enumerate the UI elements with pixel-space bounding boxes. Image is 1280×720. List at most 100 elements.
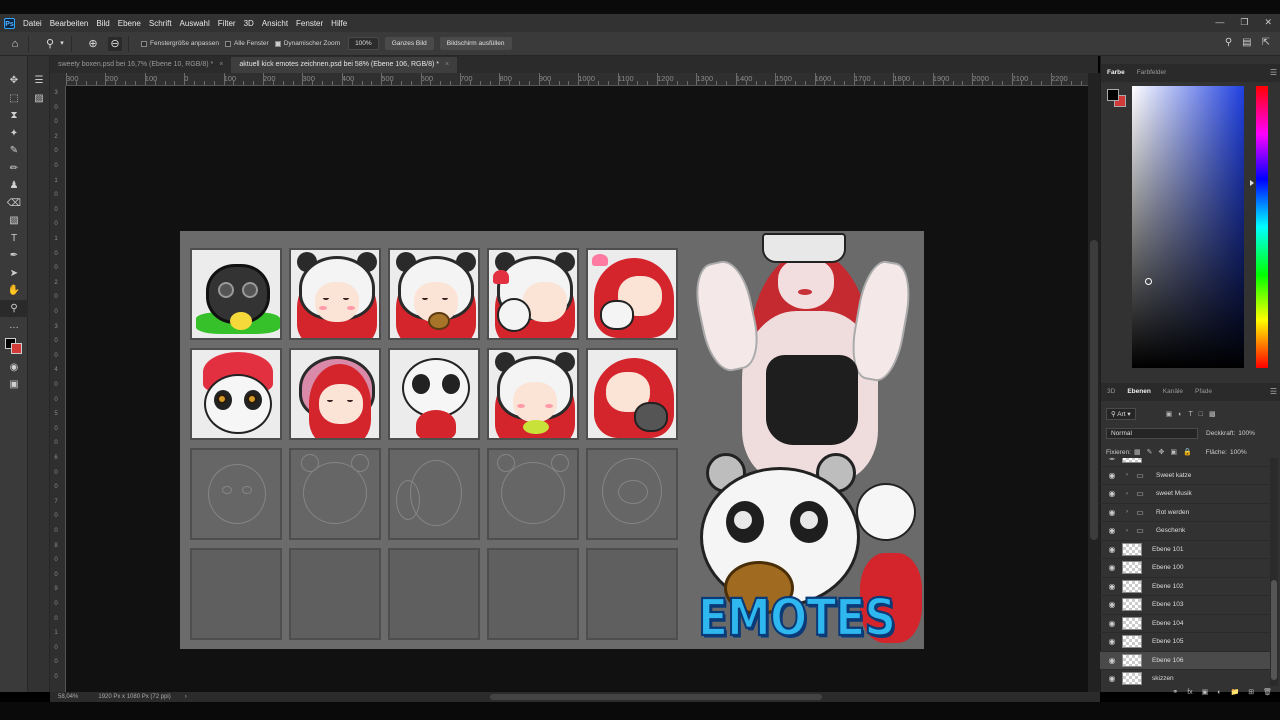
menu-hilfe[interactable]: Hilfe	[331, 19, 347, 28]
zoom-out-icon[interactable]: ⊖	[108, 36, 122, 51]
chevron-right-icon[interactable]: ›	[1122, 472, 1132, 478]
eye-icon[interactable]: ◉	[1106, 656, 1118, 665]
blend-mode-dropdown[interactable]: Normal	[1106, 428, 1198, 439]
layer-row[interactable]: ◉ Ebene 37	[1100, 458, 1270, 467]
layer-row[interactable]: ◉ Ebene 103	[1100, 596, 1270, 615]
fill-screen-button[interactable]: Bildschirm ausfüllen	[439, 37, 512, 50]
layer-group-row[interactable]: ◉ › ▭ Sweet katze	[1100, 467, 1270, 485]
magic-wand-tool-icon[interactable]: ✦	[0, 125, 28, 143]
eraser-tool-icon[interactable]: ⌫	[0, 195, 28, 213]
color-picker-cursor[interactable]	[1145, 278, 1152, 285]
tab-farbfelder[interactable]: Farbfelder	[1131, 64, 1173, 82]
tab-ebenen[interactable]: Ebenen	[1121, 383, 1156, 401]
panel-menu-icon[interactable]: ☰	[1270, 68, 1277, 77]
eye-icon[interactable]: ◉	[1106, 471, 1118, 480]
properties-panel-icon[interactable]: ☰	[28, 72, 50, 90]
filter-smart-icon[interactable]: ▩	[1209, 410, 1216, 418]
group-icon[interactable]: 📁	[1231, 688, 1240, 696]
eye-icon[interactable]: ◉	[1106, 600, 1118, 609]
new-layer-icon[interactable]: ⊞	[1248, 688, 1254, 696]
adjustments-panel-icon[interactable]: ▨	[28, 90, 50, 108]
document-canvas[interactable]: EMOTES	[180, 231, 924, 649]
hand-tool-icon[interactable]: ✋	[0, 282, 28, 300]
minimize-icon[interactable]: —	[1215, 17, 1224, 28]
brush-tool-icon[interactable]: ✏	[0, 160, 28, 178]
lock-move-icon[interactable]: ✥	[1158, 448, 1164, 456]
foreground-color-chip[interactable]	[1107, 89, 1119, 101]
menu-auswahl[interactable]: Auswahl	[180, 19, 210, 28]
menu-3d[interactable]: 3D	[244, 19, 254, 28]
chevron-down-icon[interactable]: ▾	[59, 37, 65, 51]
zoom-in-icon[interactable]: ⊕	[86, 37, 100, 51]
vertical-ruler[interactable]: 3 0 0 2 0 0 1 0 0 0 1 0 0 2 0 0 3 0 0 4 0 0 5 0 0 6 0 0 7 0 0 8 0 0 9 0 0 1 0 0…	[50, 86, 66, 692]
close-icon[interactable]: ×	[219, 61, 223, 68]
filter-pixel-icon[interactable]: ▣	[1166, 410, 1173, 418]
layer-row[interactable]: ◉ Ebene 100	[1100, 559, 1270, 578]
layer-row[interactable]: ◉ Ebene 105	[1100, 633, 1270, 652]
eyedropper-tool-icon[interactable]: ✎	[0, 142, 28, 160]
checkbox-box[interactable]	[141, 40, 147, 47]
menu-ebene[interactable]: Ebene	[118, 19, 141, 28]
eye-icon[interactable]: ◉	[1106, 674, 1118, 683]
eye-icon[interactable]: ◉	[1106, 619, 1118, 628]
chevron-right-icon[interactable]: ›	[185, 694, 187, 700]
gradient-tool-icon[interactable]: ▧	[0, 212, 28, 230]
background-color-swatch[interactable]	[11, 342, 22, 354]
fit-screen-button[interactable]: Ganzes Bild	[384, 37, 434, 50]
chevron-right-icon[interactable]: ›	[1122, 528, 1132, 534]
menu-datei[interactable]: Datei	[23, 19, 42, 28]
adjustment-icon[interactable]: ◐	[1217, 689, 1221, 696]
lock-all-icon[interactable]: 🔒	[1183, 448, 1192, 456]
quick-mask-icon[interactable]: ◉	[0, 359, 28, 377]
status-zoom[interactable]: 58,04%	[58, 694, 78, 700]
scrubby-zoom-checkbox[interactable]: Dynamischer Zoom	[274, 40, 340, 47]
home-icon[interactable]: ⌂	[8, 37, 22, 51]
zoom-tool-icon[interactable]: ⚲	[0, 299, 28, 317]
filter-adjust-icon[interactable]: ◐	[1178, 411, 1182, 418]
path-select-tool-icon[interactable]: ➤	[0, 265, 28, 283]
layer-group-row[interactable]: ◉ › ▭ sweet Musik	[1100, 485, 1270, 504]
layer-row[interactable]: ◉ Ebene 106	[1100, 651, 1270, 670]
menu-filter[interactable]: Filter	[218, 19, 236, 28]
layer-row[interactable]: ◉ Ebene 104	[1100, 615, 1270, 633]
eye-icon[interactable]: ◉	[1106, 637, 1118, 646]
layer-row[interactable]: ◉ Ebene 101	[1100, 541, 1270, 559]
zoom-value-field[interactable]: 100%	[348, 37, 379, 50]
lock-artboard-icon[interactable]: ▣	[1170, 448, 1177, 456]
fx-icon[interactable]: fx	[1187, 689, 1192, 696]
marquee-tool-icon[interactable]: ⬚	[0, 90, 28, 108]
color-swatches[interactable]	[0, 335, 28, 359]
tab-sweety-boxen[interactable]: sweety boxen.psd bei 16,7% (Ebene 10, RG…	[50, 57, 232, 73]
workspace-icon[interactable]: ▤	[1242, 37, 1251, 48]
all-windows-checkbox[interactable]: Alle Fenster	[225, 40, 269, 47]
layer-row[interactable]: ◉ skizzen	[1100, 670, 1270, 686]
panel-menu-icon[interactable]: ☰	[1270, 387, 1277, 396]
move-tool-icon[interactable]: ✥	[0, 72, 28, 90]
tab-farbe[interactable]: Farbe	[1101, 64, 1131, 82]
checkbox-box-checked[interactable]	[274, 40, 281, 47]
fit-window-checkbox[interactable]: Fenstergröße anpassen	[141, 40, 219, 47]
menu-bearbeiten[interactable]: Bearbeiten	[50, 19, 89, 28]
eye-icon[interactable]: ◉	[1106, 489, 1118, 498]
stamp-tool-icon[interactable]: ♟	[0, 177, 28, 195]
horizontal-ruler[interactable]: 300 200 100 0 100 200 300 400 500 600 700 800 900 100…	[66, 73, 1088, 86]
chevron-right-icon[interactable]: ›	[1122, 491, 1132, 497]
hue-slider[interactable]	[1256, 86, 1268, 368]
trash-icon[interactable]: 🗑	[1263, 688, 1272, 696]
menu-ansicht[interactable]: Ansicht	[262, 19, 288, 28]
layer-group-row[interactable]: ◉ › ▭ Rot werden	[1100, 504, 1270, 522]
lasso-tool-icon[interactable]: ⧗	[0, 107, 28, 125]
restore-icon[interactable]: ❐	[1240, 17, 1248, 28]
layers-scrollbar-thumb[interactable]	[1271, 580, 1277, 680]
lock-paint-icon[interactable]: ✎	[1147, 448, 1153, 456]
eye-icon[interactable]: ◉	[1106, 526, 1118, 535]
layer-filter-dropdown[interactable]: ⚲ Art ▾	[1106, 408, 1136, 420]
color-saturation-field[interactable]	[1132, 86, 1244, 368]
tab-pfade[interactable]: Pfade	[1189, 383, 1218, 401]
eye-icon[interactable]: ◉	[1106, 563, 1118, 572]
close-icon[interactable]: ×	[445, 61, 449, 68]
eye-icon[interactable]: ◉	[1106, 508, 1118, 517]
layer-group-row[interactable]: ◉ › ▭ Geschenk	[1100, 522, 1270, 541]
filter-shape-icon[interactable]: □	[1199, 411, 1203, 418]
more-tools-icon[interactable]: …	[0, 317, 28, 335]
